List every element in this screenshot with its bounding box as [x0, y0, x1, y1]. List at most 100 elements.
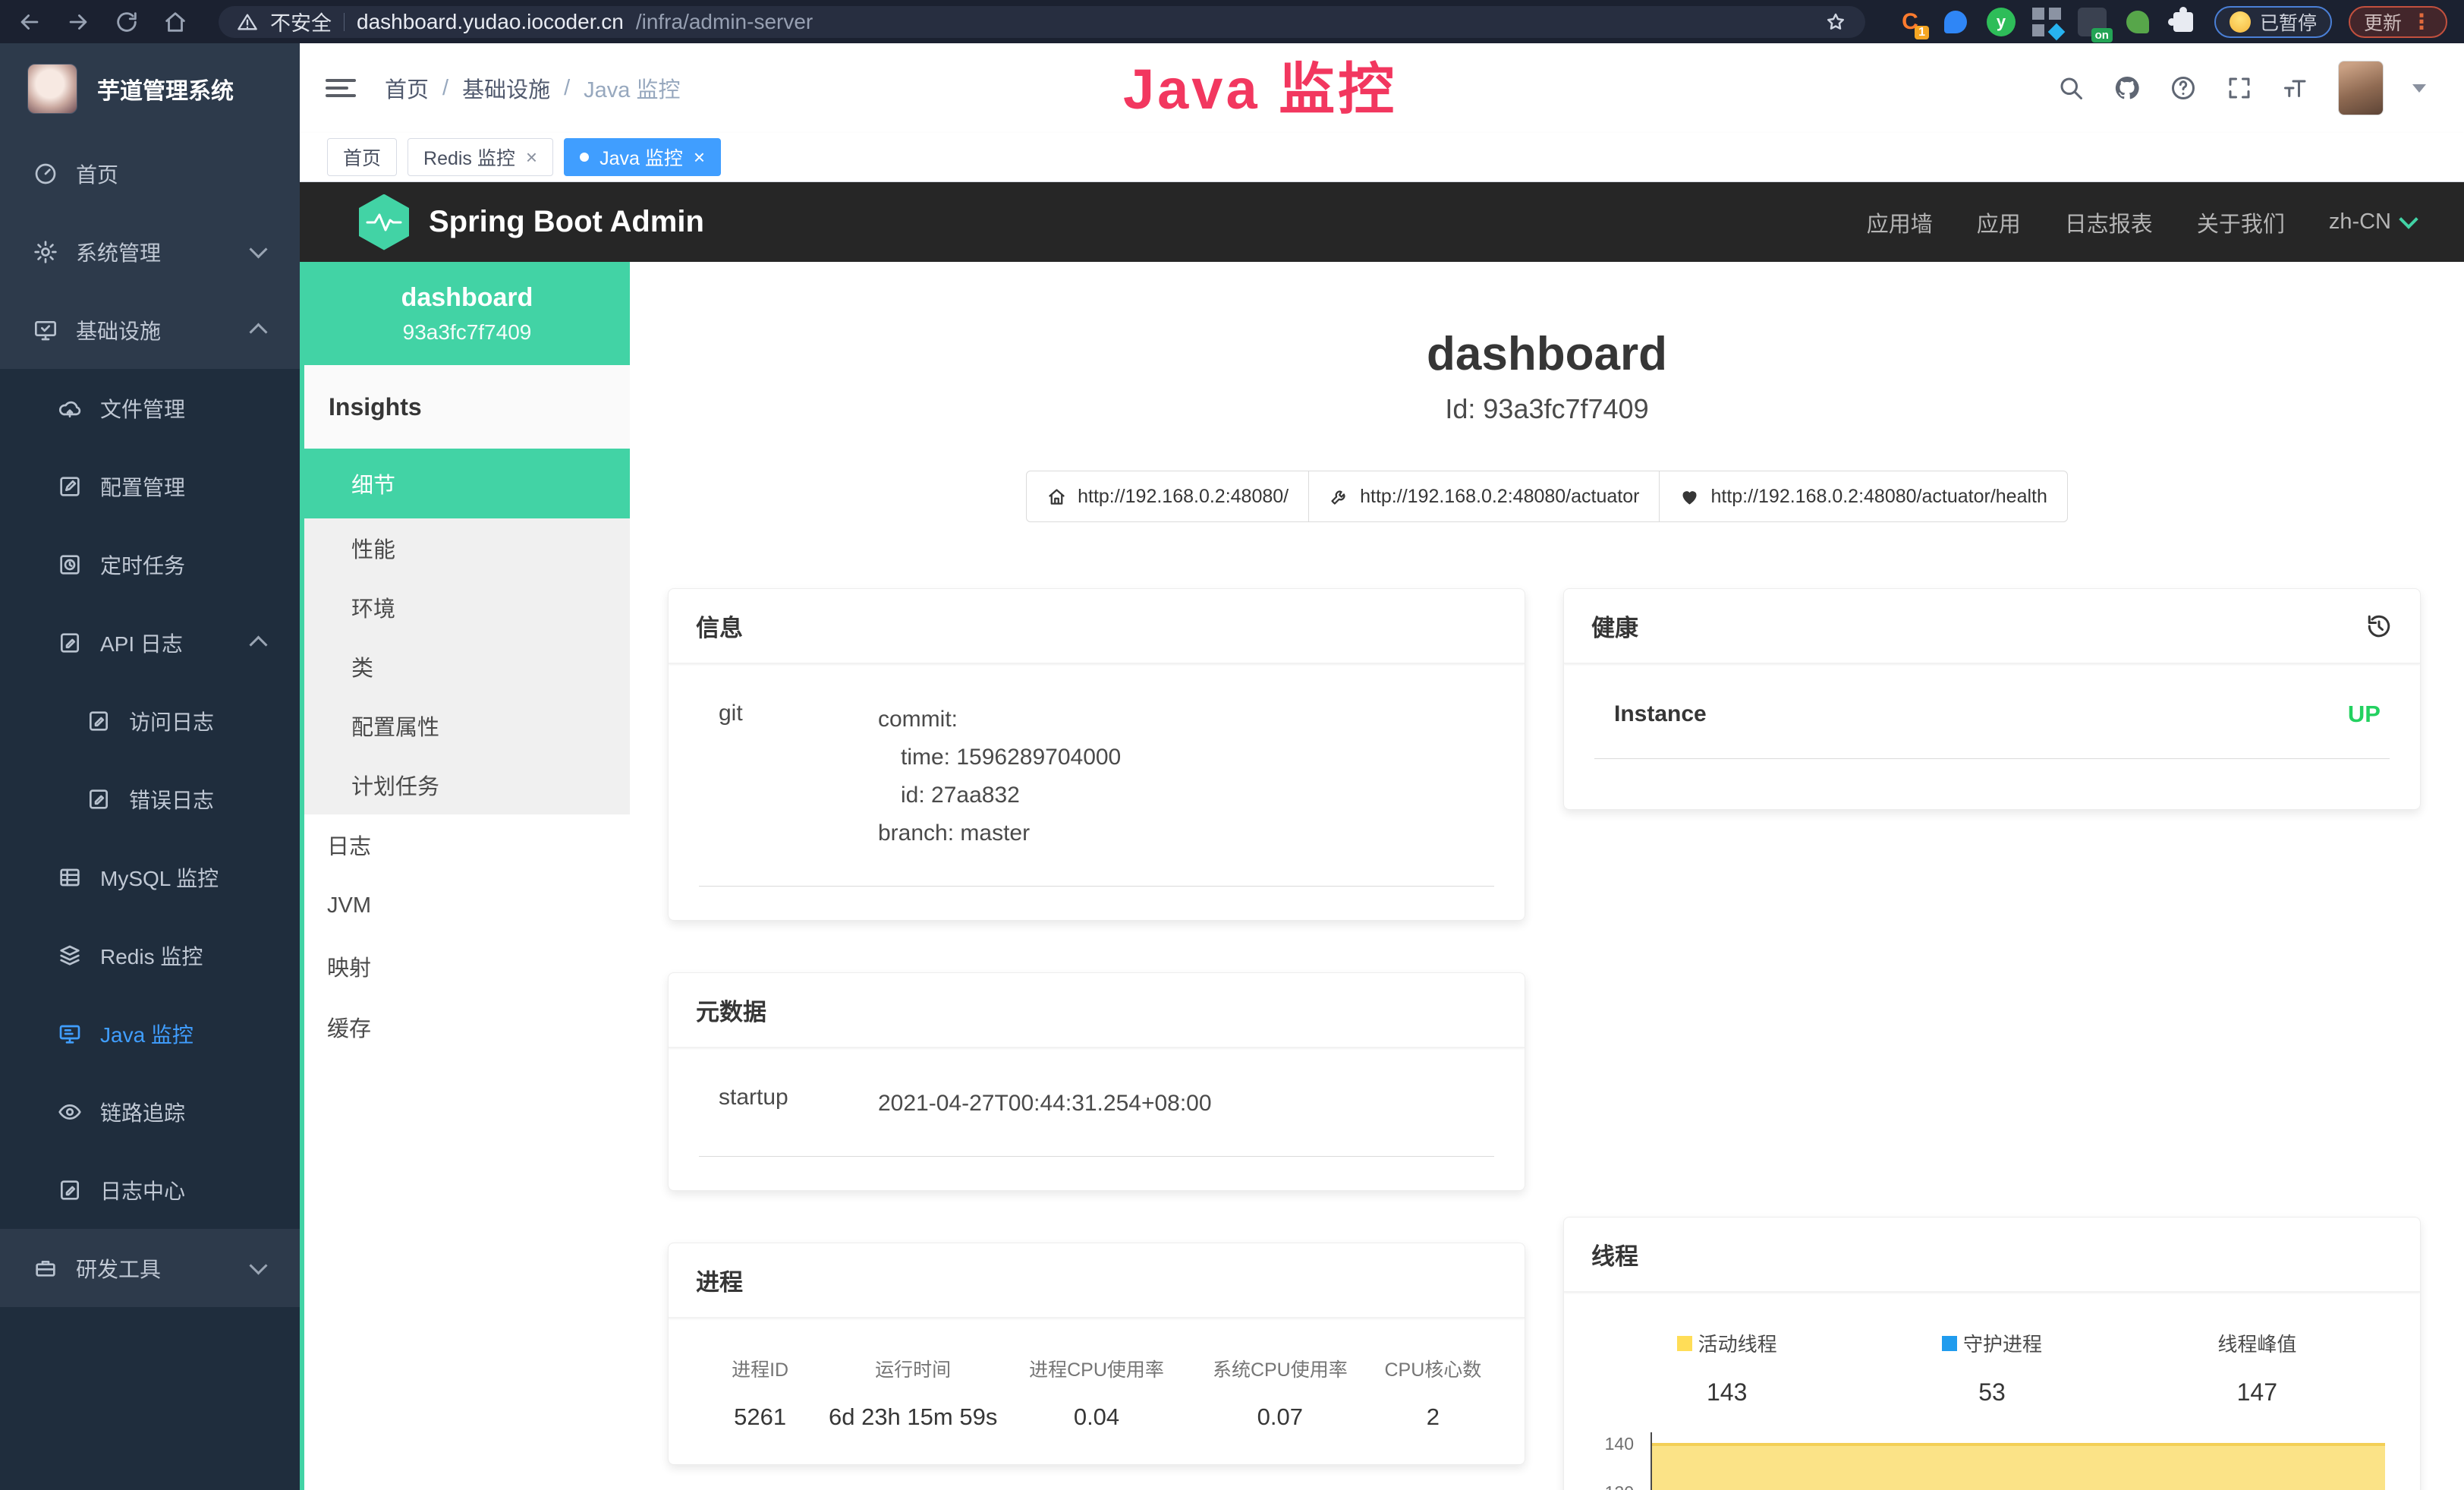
sba-menu-mappings[interactable]: 映射 — [304, 936, 630, 997]
sidebar-item-api-log[interactable]: API 日志 — [0, 603, 300, 682]
actuator-url-button[interactable]: http://192.168.0.2:48080/actuator — [1308, 471, 1660, 522]
history-icon[interactable] — [2365, 613, 2393, 640]
paused-extension-button[interactable]: 已暂停 — [2214, 6, 2332, 38]
close-icon[interactable]: × — [526, 147, 537, 167]
extensions-puzzle-icon[interactable] — [2169, 8, 2198, 36]
instance-name: dashboard — [401, 283, 533, 313]
breadcrumb-home[interactable]: 首页 — [385, 72, 429, 104]
user-avatar[interactable] — [2338, 61, 2384, 115]
sba-menu-details[interactable]: 细节 — [304, 449, 630, 518]
sidebar-item-error-log[interactable]: 错误日志 — [0, 760, 300, 838]
hamburger-icon[interactable] — [326, 76, 356, 100]
legend-value: 143 — [1707, 1378, 1747, 1407]
sidebar-item-log-center[interactable]: 日志中心 — [0, 1151, 300, 1229]
extension-y-icon[interactable]: y — [1987, 8, 2016, 36]
sba-nav-journal[interactable]: 日志报表 — [2065, 206, 2153, 238]
chevron-up-icon — [249, 635, 267, 654]
browser-update-button[interactable]: 更新 ⋮ — [2349, 6, 2447, 38]
sba-nav-about[interactable]: 关于我们 — [2197, 206, 2285, 238]
caret-down-icon[interactable] — [2412, 84, 2426, 93]
sidebar-item-label: 基础设施 — [76, 315, 161, 345]
home-icon[interactable] — [162, 9, 188, 35]
sidebar-item-config-mgmt[interactable]: 配置管理 — [0, 447, 300, 525]
content-column-left: 信息 git commit: time: 1596289704000 id: 2… — [668, 588, 1525, 1490]
sba-locale-select[interactable]: zh-CN — [2329, 209, 2415, 235]
tab-java-monitor[interactable]: Java 监控 × — [564, 138, 721, 176]
legend-peak-threads: 线程峰值 147 — [2125, 1329, 2390, 1407]
process-label: CPU核心数 — [1372, 1355, 1494, 1382]
github-icon[interactable] — [2113, 74, 2141, 102]
fullscreen-icon[interactable] — [2226, 74, 2253, 102]
address-bar[interactable]: 不安全 dashboard.yudao.iocoder.cn/infra/adm… — [219, 6, 1865, 38]
process-col-uptime: 运行时间 6d 23h 15m 59s — [821, 1355, 1005, 1431]
threads-legend: 活动线程 143 守护进程 53 — [1594, 1329, 2390, 1407]
sidebar-item-access-log[interactable]: 访问日志 — [0, 682, 300, 760]
extension-pin-icon[interactable] — [1941, 8, 1970, 36]
sidebar-item-redis-monitor[interactable]: Redis 监控 — [0, 916, 300, 994]
sidebar-item-home[interactable]: 首页 — [0, 134, 300, 213]
sidebar-item-infrastructure[interactable]: 基础设施 — [0, 291, 300, 369]
bookmark-star-icon[interactable] — [1824, 11, 1847, 33]
extension-grid-icon[interactable] — [2032, 8, 2061, 36]
sidebar-item-scheduled-jobs[interactable]: 定时任务 — [0, 525, 300, 603]
health-url-button[interactable]: http://192.168.0.2:48080/actuator/health — [1659, 471, 2067, 522]
process-card-header: 进程 — [669, 1243, 1525, 1318]
service-url-button[interactable]: http://192.168.0.2:48080/ — [1026, 471, 1309, 522]
process-label: 运行时间 — [821, 1355, 1005, 1382]
app-logo-row[interactable]: 芋道管理系统 — [0, 43, 300, 134]
info-row-git: git commit: time: 1596289704000 id: 27aa… — [699, 701, 1494, 887]
breadcrumb-infrastructure[interactable]: 基础设施 — [462, 72, 550, 104]
dashboard-icon — [33, 162, 58, 186]
sba-nav-applications[interactable]: 应用 — [1977, 206, 2021, 238]
security-label[interactable]: 不安全 — [270, 7, 332, 36]
info-value: commit: time: 1596289704000 id: 27aa832 … — [878, 701, 1121, 852]
sidebar-item-tracing[interactable]: 链路追踪 — [0, 1073, 300, 1151]
font-size-icon[interactable] — [2282, 74, 2309, 102]
help-icon[interactable] — [2170, 74, 2197, 102]
instance-id: 93a3fc7f7409 — [403, 320, 532, 345]
sidebar-item-dev-tools[interactable]: 研发工具 — [0, 1229, 300, 1307]
extension-colorzilla-icon[interactable]: C1 — [1896, 8, 1924, 36]
log-icon — [87, 787, 111, 811]
actuator-url: http://192.168.0.2:48080/actuator — [1360, 486, 1639, 508]
instance-header[interactable]: dashboard 93a3fc7f7409 — [304, 262, 630, 365]
browser-menu-icon[interactable]: ⋮ — [2411, 11, 2432, 33]
sidebar-item-file-mgmt[interactable]: 文件管理 — [0, 369, 300, 447]
sidebar-item-system-mgmt[interactable]: 系统管理 — [0, 213, 300, 291]
sba-menu-jvm[interactable]: JVM — [304, 875, 630, 936]
sidebar-item-java-monitor[interactable]: Java 监控 — [0, 994, 300, 1073]
warning-icon — [237, 11, 258, 33]
process-label: 进程ID — [699, 1355, 821, 1382]
sba-menu-scheduled-tasks[interactable]: 计划任务 — [304, 755, 630, 814]
close-icon[interactable]: × — [694, 147, 705, 167]
extension-leaf-icon[interactable] — [2123, 8, 2152, 36]
extension-badge: 1 — [1915, 26, 1929, 39]
sidebar-item-mysql-monitor[interactable]: MySQL 监控 — [0, 838, 300, 916]
sba-nav-wallboard[interactable]: 应用墙 — [1867, 206, 1933, 238]
sba-menu-metrics[interactable]: 性能 — [304, 518, 630, 578]
process-col-pid: 进程ID 5261 — [699, 1355, 821, 1431]
tab-home[interactable]: 首页 — [327, 138, 397, 176]
sba-menu-classes[interactable]: 类 — [304, 637, 630, 696]
process-card-body: 进程ID 5261 运行时间 6d 23h 15m 59s 进程CPU使用率 0… — [669, 1318, 1525, 1464]
sba-section-insights[interactable]: Insights — [304, 365, 630, 449]
extension-switch-icon[interactable]: on — [2078, 8, 2107, 36]
sba-menu-caches[interactable]: 缓存 — [304, 997, 630, 1057]
emoji-face-icon — [2230, 11, 2251, 33]
info-line: branch: master — [878, 814, 1121, 852]
breadcrumb-current: Java 监控 — [584, 72, 680, 104]
tab-redis-monitor[interactable]: Redis 监控 × — [408, 138, 553, 176]
sba-brand-title[interactable]: Spring Boot Admin — [429, 205, 704, 239]
sba-menu-environment[interactable]: 环境 — [304, 578, 630, 637]
url-path[interactable]: /infra/admin-server — [636, 10, 813, 34]
forward-icon[interactable] — [65, 9, 91, 35]
sba-menu-config-props[interactable]: 配置属性 — [304, 696, 630, 755]
url-host[interactable]: dashboard.yudao.iocoder.cn — [357, 10, 624, 34]
search-icon[interactable] — [2057, 74, 2085, 102]
reload-icon[interactable] — [114, 9, 140, 35]
threads-chart: 140 120 100 — [1594, 1432, 2390, 1490]
sba-menu-logging[interactable]: 日志 — [304, 814, 630, 875]
health-url: http://192.168.0.2:48080/actuator/health — [1710, 486, 2047, 508]
threads-chart-plot — [1652, 1432, 2385, 1490]
back-icon[interactable] — [17, 9, 42, 35]
